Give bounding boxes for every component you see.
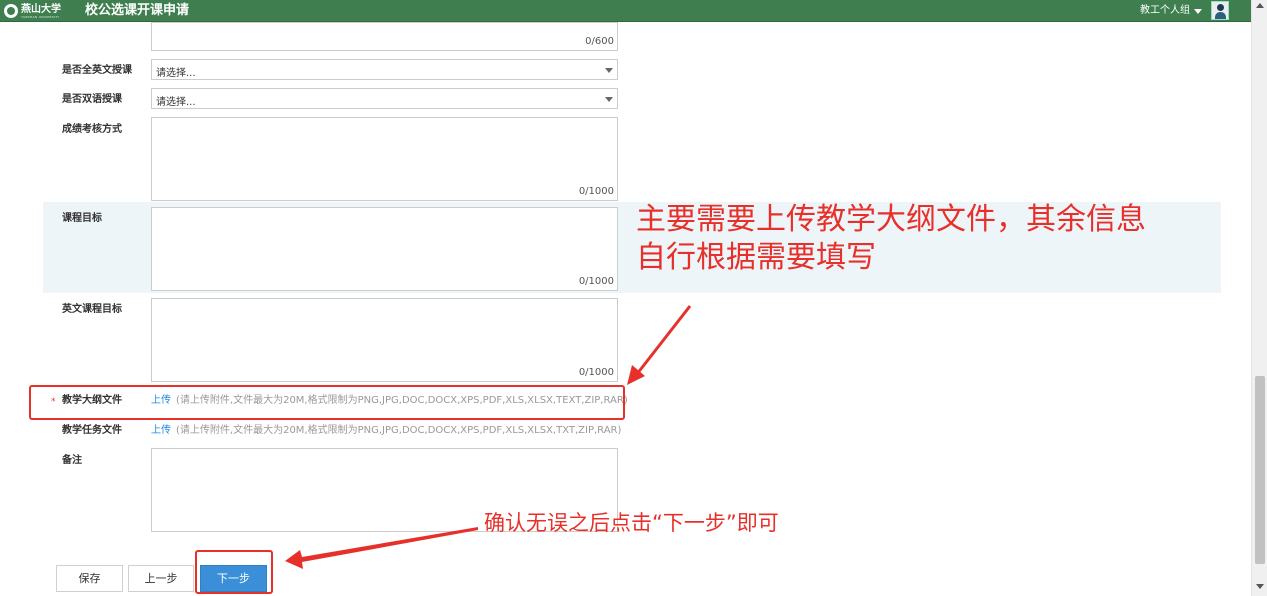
annotation-arrows xyxy=(285,305,692,569)
annotation-arrow-line xyxy=(635,305,692,375)
annotation-arrow-wedge xyxy=(285,527,478,569)
